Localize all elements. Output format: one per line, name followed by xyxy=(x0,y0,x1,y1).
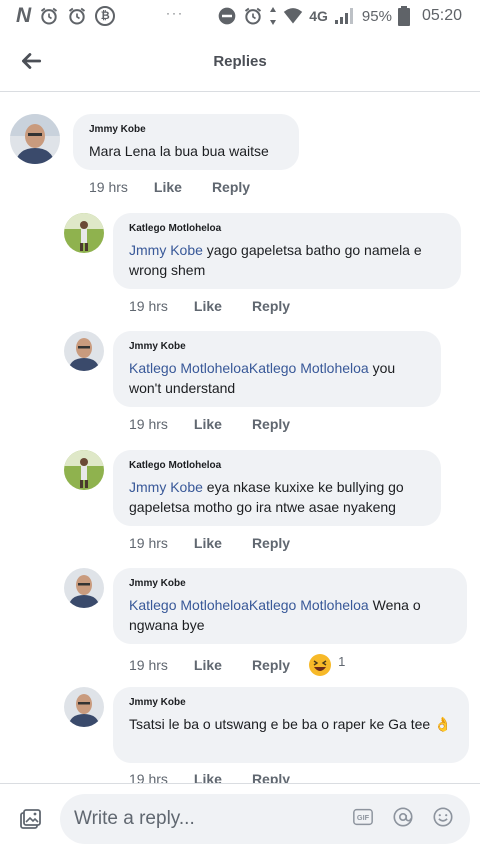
battery-percent: 95% xyxy=(361,7,392,25)
comment-actions: 19 hrs Like Reply xyxy=(129,298,290,314)
bitcoin-icon: ₿ xyxy=(95,6,116,26)
reaction-summary[interactable]: 1 xyxy=(308,653,345,677)
data-arrows-icon xyxy=(270,7,277,25)
comment-author[interactable]: Katlego Motloheloa xyxy=(129,460,427,471)
network-type: 4G xyxy=(309,8,328,24)
comment-time[interactable]: 19 hrs xyxy=(129,771,168,783)
comment-bubble[interactable]: Katlego Motloheloa Jmmy Kobe yago gapele… xyxy=(113,213,461,289)
clock: 05:20 xyxy=(421,7,462,24)
like-button[interactable]: Like xyxy=(194,535,222,551)
reply-button[interactable]: Reply xyxy=(252,657,290,673)
emoji-icon[interactable] xyxy=(432,806,454,828)
comment-mention[interactable]: Katlego MotloheloaKatlego Motloheloa xyxy=(129,360,369,376)
comment-actions: 19 hrs Like Reply xyxy=(89,179,250,195)
reply-button[interactable]: Reply xyxy=(252,416,290,432)
avatar-jmmy-kobe[interactable] xyxy=(64,687,104,727)
like-button[interactable]: Like xyxy=(194,416,222,432)
comment-bubble[interactable]: Katlego Motloheloa Jmmy Kobe eya nkase k… xyxy=(113,450,441,526)
wifi-icon xyxy=(284,8,303,24)
comment-author[interactable]: Katlego Motloheloa xyxy=(129,223,447,234)
comment-author[interactable]: Jmmy Kobe xyxy=(129,341,427,352)
laughing-emoji-icon xyxy=(309,654,332,676)
reply-button[interactable]: Reply xyxy=(252,771,290,783)
reply-placeholder: Write a reply... xyxy=(74,808,195,829)
comment-time[interactable]: 19 hrs xyxy=(89,179,128,195)
comment-text: Mara Lena la bua bua waitse xyxy=(89,143,269,159)
comment-bubble[interactable]: Jmmy Kobe Katlego MotloheloaKatlego Motl… xyxy=(113,331,441,407)
like-button[interactable]: Like xyxy=(154,179,182,195)
reply-button[interactable]: Reply xyxy=(252,298,290,314)
avatar-jmmy-kobe[interactable] xyxy=(64,568,104,608)
notification-dots: ··· xyxy=(166,6,184,20)
battery-icon xyxy=(397,6,410,26)
replies-header: Replies xyxy=(0,32,480,92)
comment-time[interactable]: 19 hrs xyxy=(129,298,168,314)
alarm-icon-2 xyxy=(69,7,86,25)
comment-time[interactable]: 19 hrs xyxy=(129,416,168,432)
status-bar: N ₿ ··· 4G 95% 05:20 xyxy=(0,0,480,32)
comment-mention[interactable]: Jmmy Kobe xyxy=(129,242,203,258)
comment-time[interactable]: 19 hrs xyxy=(129,535,168,551)
like-button[interactable]: Like xyxy=(194,771,222,783)
do-not-disturb-icon xyxy=(218,7,236,25)
comment-text: Katlego MotloheloaKatlego Motloheloa you… xyxy=(129,360,396,396)
comment-actions: 19 hrs Like Reply xyxy=(129,771,290,783)
comment-mention[interactable]: Katlego MotloheloaKatlego Motloheloa xyxy=(129,597,369,613)
reply-input[interactable]: Write a reply... GIF xyxy=(60,794,470,844)
comment-time[interactable]: 19 hrs xyxy=(129,657,168,673)
comment-text: Jmmy Kobe eya nkase kuxixe ke bullying g… xyxy=(129,479,404,515)
avatar-katlego-motloheloa[interactable] xyxy=(64,213,104,253)
comment-bubble[interactable]: Jmmy Kobe Tsatsi le ba o utswang e be ba… xyxy=(113,687,469,763)
reply-button[interactable]: Reply xyxy=(252,535,290,551)
comment-actions: 19 hrs Like Reply xyxy=(129,535,290,551)
mention-at-icon[interactable] xyxy=(392,806,414,828)
gif-icon[interactable]: GIF xyxy=(352,806,374,828)
gif-label: GIF xyxy=(357,813,370,822)
like-button[interactable]: Like xyxy=(194,657,222,673)
app-n-icon: N xyxy=(16,4,32,27)
comment-text: Katlego MotloheloaKatlego Motloheloa Wen… xyxy=(129,597,421,633)
reply-composer: Write a reply... GIF xyxy=(0,783,480,854)
alarm-icon xyxy=(41,7,58,25)
comment-text: Tsatsi le ba o utswang e be ba o raper k… xyxy=(129,716,452,732)
comment-author[interactable]: Jmmy Kobe xyxy=(89,124,285,135)
comment-text: Jmmy Kobe yago gapeletsa batho go namela… xyxy=(129,242,422,278)
reply-button[interactable]: Reply xyxy=(212,179,250,195)
avatar-jmmy-kobe[interactable] xyxy=(10,114,60,164)
reaction-count: 1 xyxy=(338,653,346,669)
comment-bubble[interactable]: Jmmy Kobe Katlego MotloheloaKatlego Motl… xyxy=(113,568,467,644)
comment-actions: 19 hrs Like Reply 1 xyxy=(129,653,345,677)
alarm-status-icon xyxy=(245,7,262,25)
comment-author[interactable]: Jmmy Kobe xyxy=(129,578,453,589)
comment-mention[interactable]: Jmmy Kobe xyxy=(129,479,203,495)
comment-actions: 19 hrs Like Reply xyxy=(129,416,290,432)
signal-icon xyxy=(334,8,353,24)
comment-bubble[interactable]: Jmmy Kobe Mara Lena la bua bua waitse xyxy=(73,114,299,170)
comment-thread[interactable]: Jmmy Kobe Mara Lena la bua bua waitse 19… xyxy=(0,93,480,783)
photo-icon[interactable] xyxy=(18,808,42,832)
page-title: Replies xyxy=(213,53,267,70)
comment-author[interactable]: Jmmy Kobe xyxy=(129,697,455,708)
avatar-katlego-motloheloa[interactable] xyxy=(64,450,104,490)
avatar-jmmy-kobe[interactable] xyxy=(64,331,104,371)
like-button[interactable]: Like xyxy=(194,298,222,314)
